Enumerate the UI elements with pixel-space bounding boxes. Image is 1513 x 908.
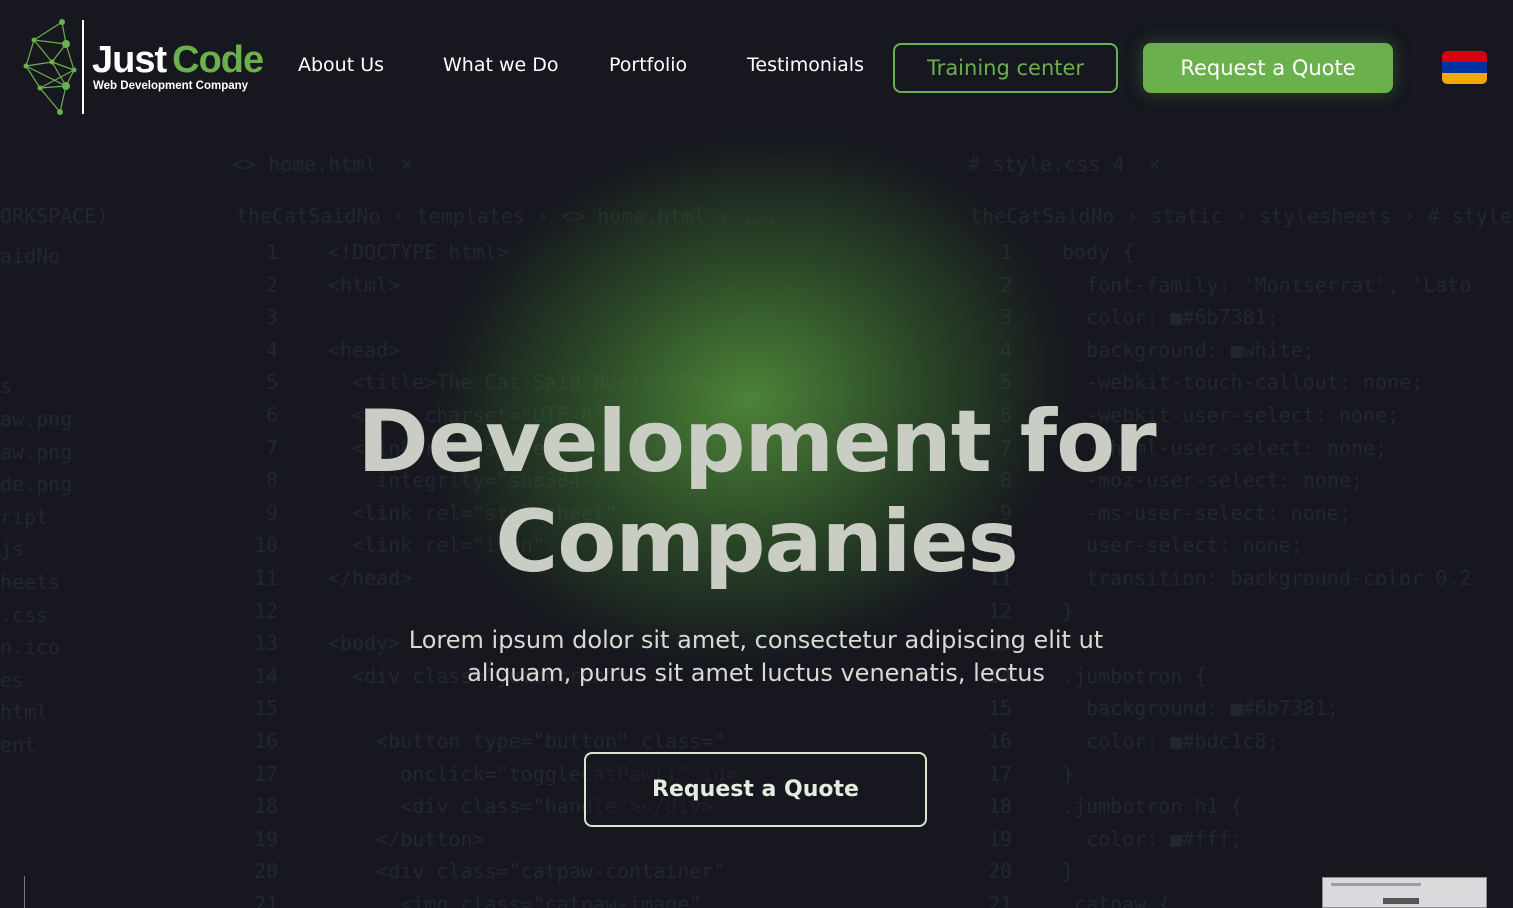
hero-title-line2: Companies xyxy=(495,492,1019,592)
logo-divider xyxy=(82,20,84,114)
network-graph-icon xyxy=(23,19,77,115)
preview-thumbnail[interactable] xyxy=(1322,877,1487,908)
nav-link-about-us[interactable]: About Us xyxy=(298,54,384,76)
brand-tagline: Web Development Company xyxy=(93,80,249,92)
site-header: Just Code Web Development Company About U… xyxy=(0,0,1513,135)
hero-subtitle: Lorem ipsum dolor sit amet, consectetur … xyxy=(356,624,1156,690)
hero-subtitle-line2: aliquam, purus sit amet luctus venenatis… xyxy=(467,659,1045,687)
hero-request-quote-button[interactable]: Request a Quote xyxy=(584,752,927,827)
hero-title: Development for Companies xyxy=(300,392,1213,592)
nav-link-testimonials[interactable]: Testimonials xyxy=(747,54,864,76)
brand-name-part2: Code xyxy=(172,39,264,81)
brand-name-part1: Just xyxy=(92,39,167,81)
brand-logo[interactable]: Just Code Web Development Company xyxy=(22,18,264,118)
training-center-button[interactable]: Training center xyxy=(893,43,1118,93)
brand-name: Just Code xyxy=(92,38,264,82)
hero-title-line1: Development for xyxy=(357,392,1156,492)
hero-subtitle-line1: Lorem ipsum dolor sit amet, consectetur … xyxy=(408,626,1104,654)
nav-link-what-we-do[interactable]: What we Do xyxy=(443,54,558,76)
nav-link-portfolio[interactable]: Portfolio xyxy=(609,54,687,76)
request-quote-button[interactable]: Request a Quote xyxy=(1143,43,1393,93)
armenia-flag-icon[interactable] xyxy=(1442,51,1487,84)
